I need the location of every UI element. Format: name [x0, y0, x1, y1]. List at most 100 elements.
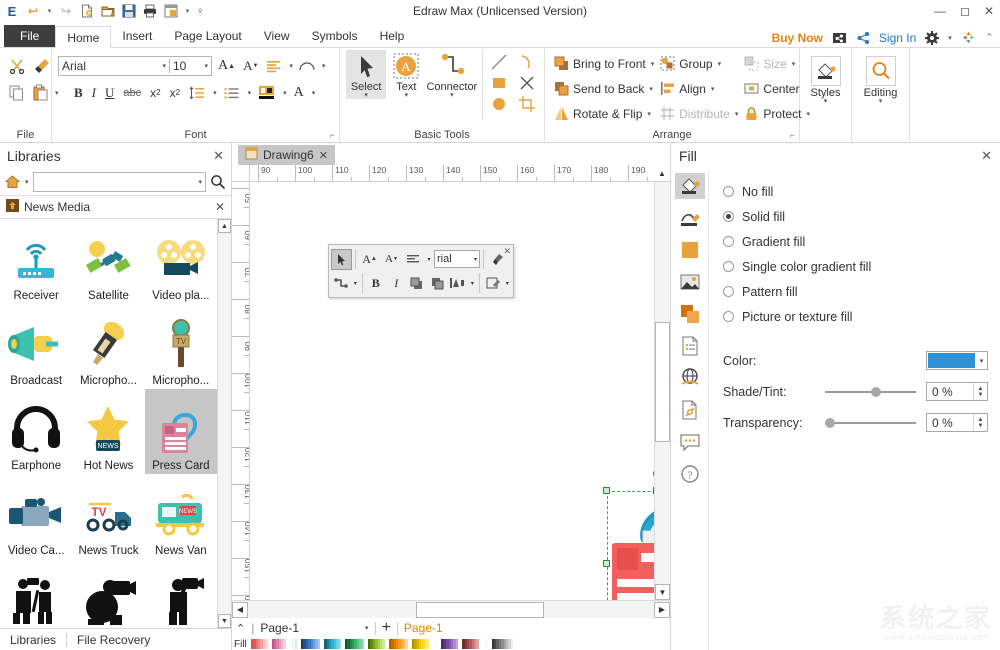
buy-now-link[interactable]: Buy Now	[772, 31, 823, 45]
document-properties-icon[interactable]	[675, 333, 705, 359]
comment-icon[interactable]	[675, 429, 705, 455]
styles-dropdown-icon[interactable]: ▾	[824, 99, 828, 105]
library-category-row[interactable]: News Media ✕	[0, 195, 231, 219]
fill-option-pattern-fill[interactable]: Pattern fill	[723, 279, 988, 304]
mini-toolbar-close-icon[interactable]: ✕	[503, 246, 511, 257]
menu-tab-view[interactable]: View	[253, 25, 301, 47]
shade-tint-slider-knob[interactable]	[871, 387, 881, 397]
color-dropdown-icon[interactable]: ▾	[976, 357, 987, 365]
library-scroll-up-icon[interactable]: ▲	[218, 219, 231, 233]
rectangle-shape-icon[interactable]	[488, 73, 510, 93]
mini-align-objects-icon[interactable]	[448, 273, 468, 294]
layout-dropdown-icon[interactable]: ▾	[184, 3, 191, 19]
page-collapse-icon[interactable]: ⌃	[236, 622, 245, 635]
menu-tab-help[interactable]: Help	[369, 25, 416, 47]
paste-icon[interactable]	[30, 83, 51, 102]
shrink-font-icon[interactable]: A▼	[241, 57, 260, 75]
collapse-ribbon-icon[interactable]: ⌃	[985, 31, 994, 44]
page-tab-page-1[interactable]: Page-1	[404, 621, 443, 635]
globe-icon[interactable]	[675, 365, 705, 391]
grow-font-icon[interactable]: A▲	[216, 57, 237, 75]
text-highlight-icon[interactable]	[256, 84, 277, 101]
library-scrollbar[interactable]: ▲ ▼	[217, 219, 231, 628]
library-item-news-truck[interactable]: TV News Truck	[72, 474, 144, 559]
styles-button[interactable]: Styles ▾	[802, 54, 850, 105]
library-tab-file-recovery[interactable]: File Recovery	[67, 633, 160, 647]
library-item-video-player[interactable]: Video pla...	[145, 219, 217, 304]
library-item-broadcast[interactable]: Broadcast	[0, 304, 72, 389]
open-folder-icon[interactable]	[100, 3, 116, 19]
libraries-close-icon[interactable]: ✕	[213, 148, 224, 164]
document-tab-drawing6[interactable]: Drawing6 ✕	[238, 145, 335, 165]
rotate-flip-dropdown-icon[interactable]: ▾	[647, 110, 651, 118]
shade-tint-spinner[interactable]: 0 % ▲▼	[926, 382, 988, 401]
radio-pattern-fill[interactable]	[723, 286, 734, 297]
home-icon[interactable]	[5, 175, 20, 189]
add-page-button[interactable]: +	[382, 620, 391, 636]
align-text-icon[interactable]	[264, 58, 284, 74]
scroll-left-icon[interactable]: ◀	[232, 602, 248, 618]
mini-fill-style-dropdown-icon[interactable]: ▾	[504, 273, 511, 294]
select-tool-button[interactable]: Select ▾	[346, 50, 386, 99]
share-icon[interactable]	[856, 31, 870, 45]
edraw-logo-icon[interactable]: E	[4, 3, 20, 19]
editing-dropdown-icon[interactable]: ▾	[879, 99, 883, 105]
new-file-icon[interactable]	[79, 3, 95, 19]
redo-icon[interactable]: ↪	[58, 3, 74, 19]
shape-layer-icon[interactable]	[675, 301, 705, 327]
library-item-microphone-tv[interactable]: TV Micropho...	[145, 304, 217, 389]
mini-align-objects-dropdown-icon[interactable]: ▾	[469, 273, 476, 294]
search-icon[interactable]	[210, 174, 226, 190]
cross-shape-icon[interactable]	[516, 73, 538, 93]
line-icon[interactable]	[675, 205, 705, 231]
align-dropdown-icon[interactable]: ▾	[711, 85, 715, 93]
size-dropdown-icon[interactable]: ▾	[792, 60, 796, 68]
undo-icon[interactable]: ↩	[25, 3, 41, 19]
radio-gradient-fill[interactable]	[723, 236, 734, 247]
fill-option-gradient-fill[interactable]: Gradient fill	[723, 229, 988, 254]
radio-no-fill[interactable]	[723, 186, 734, 197]
transparency-spinner-arrows[interactable]: ▲▼	[973, 414, 987, 431]
mini-font-name-combo[interactable]: rial ▾	[434, 250, 480, 268]
send-to-back-dropdown-icon[interactable]: ▾	[649, 85, 653, 93]
mini-font-dropdown-icon[interactable]: ▾	[474, 256, 477, 263]
edraw-cloud-icon[interactable]	[961, 30, 976, 45]
picture-icon[interactable]	[675, 269, 705, 295]
line-spacing-dropdown-icon[interactable]: ▾	[213, 89, 217, 97]
settings-dropdown-icon[interactable]: ▾	[948, 34, 952, 42]
library-item-taking-photo[interactable]: Taking Ph...	[145, 559, 217, 628]
align-text-dropdown-icon[interactable]: ▾	[289, 62, 293, 70]
font-dialog-launcher-icon[interactable]: ⌐	[330, 130, 335, 140]
library-item-video-shooting[interactable]: Video Sh...	[72, 559, 144, 628]
library-tab-libraries[interactable]: Libraries	[0, 633, 66, 647]
fill-panel-close-icon[interactable]: ✕	[981, 148, 992, 164]
line-shape-icon[interactable]	[488, 52, 510, 72]
library-item-news-van[interactable]: NEWS News Van	[145, 474, 217, 559]
library-scroll-down-icon[interactable]: ▼	[218, 614, 231, 628]
canvas[interactable]: ✕ A▲ A▼ ▾ rial ▾	[250, 182, 654, 600]
shade-tint-slider[interactable]	[825, 385, 916, 399]
font-color-icon[interactable]: A	[292, 84, 306, 102]
cloud-share-icon[interactable]	[832, 31, 847, 45]
font-color-dropdown-icon[interactable]: ▾	[312, 89, 316, 97]
mini-connector-dropdown-icon[interactable]: ▾	[352, 273, 359, 294]
library-item-satellite[interactable]: Satellite	[72, 219, 144, 304]
mini-fill-style-icon[interactable]	[483, 273, 503, 294]
library-category-close-icon[interactable]: ✕	[215, 200, 225, 214]
library-item-interview[interactable]: Interview	[0, 559, 72, 628]
send-to-back-item[interactable]: Send to Back ▾	[551, 76, 657, 101]
cut-icon[interactable]	[6, 56, 28, 76]
radio-picture-or-texture-fill[interactable]	[723, 311, 734, 322]
color-swatches[interactable]	[251, 639, 513, 649]
transparency-slider-knob[interactable]	[825, 418, 835, 428]
menu-tab-insert[interactable]: Insert	[111, 25, 163, 47]
align-item[interactable]: Align ▾	[657, 76, 741, 101]
customize-qat-icon[interactable]: ⩒	[196, 3, 204, 19]
resize-handle-w[interactable]	[603, 560, 610, 567]
fill-icon[interactable]	[675, 173, 705, 199]
ellipse-shape-icon[interactable]	[488, 94, 510, 114]
minimize-button[interactable]: —	[934, 5, 946, 17]
page-selector-dropdown-icon[interactable]: ▾	[365, 624, 369, 632]
mini-shrink-font-icon[interactable]: A▼	[381, 249, 402, 270]
help-icon[interactable]: ?	[675, 461, 705, 487]
